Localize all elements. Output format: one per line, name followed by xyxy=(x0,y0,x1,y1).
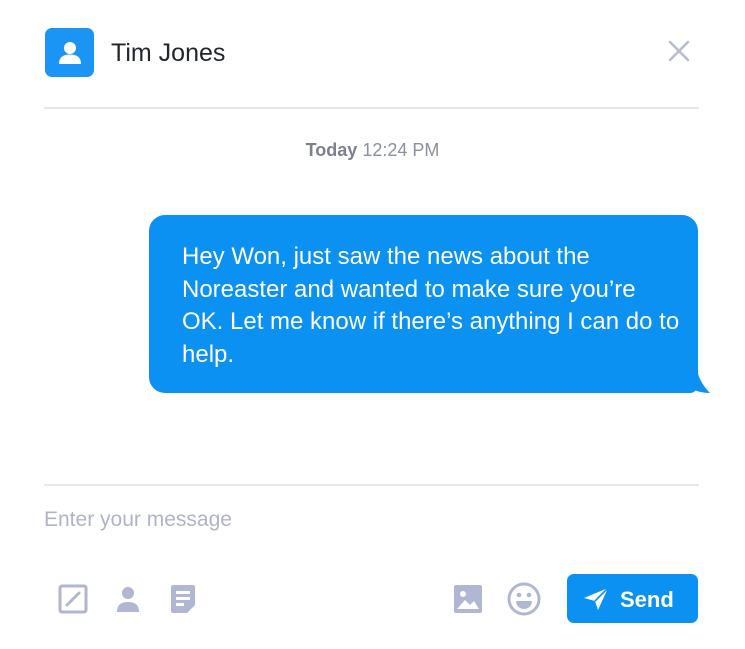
outgoing-message-bubble[interactable]: Hey Won, just saw the news about the Nor… xyxy=(149,215,698,393)
message-input[interactable] xyxy=(44,508,699,532)
send-label: Send xyxy=(620,587,674,612)
contact-button[interactable] xyxy=(110,581,146,617)
message-timestamp: Today 12:24 PM xyxy=(0,140,745,161)
bubble-tail xyxy=(690,365,710,393)
close-icon xyxy=(668,40,690,62)
contact-avatar[interactable] xyxy=(45,28,94,77)
image-button[interactable] xyxy=(450,581,486,617)
timestamp-time: 12:24 PM xyxy=(362,140,440,160)
emoji-icon xyxy=(507,582,541,616)
timestamp-day: Today xyxy=(305,140,358,160)
paper-plane-icon xyxy=(584,587,609,610)
edit-icon xyxy=(58,584,88,614)
send-button[interactable]: Send xyxy=(567,574,698,623)
edit-button[interactable] xyxy=(55,581,91,617)
contact-name: Tim Jones xyxy=(111,39,226,67)
header-divider xyxy=(44,107,699,109)
chat-header: Tim Jones xyxy=(45,28,699,78)
emoji-button[interactable] xyxy=(506,581,542,617)
message-text: Hey Won, just saw the news about the Nor… xyxy=(182,243,680,368)
composer-divider xyxy=(44,484,699,486)
close-button[interactable] xyxy=(668,40,690,62)
note-button[interactable] xyxy=(165,581,201,617)
user-icon xyxy=(58,41,81,64)
image-icon xyxy=(454,585,482,613)
document-icon xyxy=(171,585,195,613)
person-icon xyxy=(117,587,139,612)
